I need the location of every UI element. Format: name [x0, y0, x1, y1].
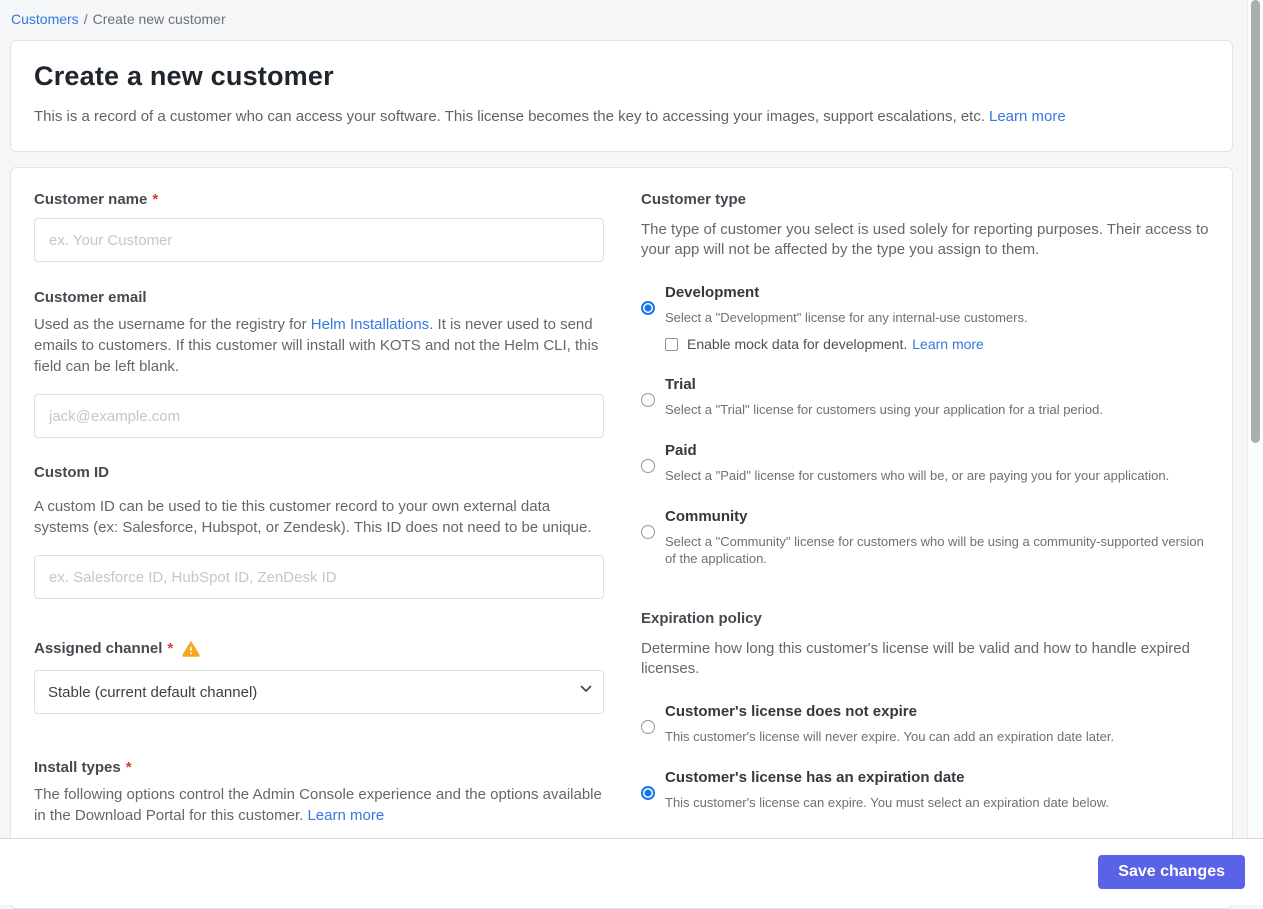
custom-id-label: Custom ID — [34, 464, 109, 481]
save-changes-button[interactable]: Save changes — [1098, 855, 1245, 889]
expiration-option-has-date: Customer's license has an expiration dat… — [641, 768, 1213, 811]
custom-id-input[interactable] — [34, 555, 604, 599]
option-desc-community: Select a "Community" license for custome… — [665, 533, 1213, 567]
customer-type-heading: Customer type — [641, 191, 1213, 208]
option-desc-has-date: This customer's license can expire. You … — [665, 794, 1109, 811]
option-desc-paid: Select a "Paid" license for customers wh… — [665, 467, 1169, 484]
warning-icon — [182, 641, 200, 657]
breadcrumb-separator: / — [84, 11, 88, 27]
assigned-channel-select[interactable]: Stable (current default channel) — [34, 670, 604, 714]
mock-data-learn-more-link[interactable]: Learn more — [912, 336, 984, 352]
assigned-channel-field: Assigned channel * Stable (current defau… — [34, 640, 604, 714]
install-types-description: The following options control the Admin … — [34, 784, 604, 826]
customer-name-label: Customer name — [34, 191, 147, 208]
footer-bar: Save changes — [0, 838, 1263, 905]
radio-trial[interactable] — [641, 393, 655, 407]
customer-name-field: Customer name * — [34, 191, 604, 262]
helm-installations-link[interactable]: Helm Installations — [311, 316, 429, 333]
option-title-community: Community — [665, 507, 1213, 527]
assigned-channel-label: Assigned channel — [34, 640, 162, 657]
form-right-column: Customer type The type of customer you s… — [641, 191, 1213, 885]
option-body: Community Select a "Community" license f… — [665, 507, 1213, 567]
scrollbar-thumb[interactable] — [1251, 0, 1260, 443]
customer-name-input[interactable] — [34, 218, 604, 262]
install-types-label: Install types — [34, 759, 121, 776]
breadcrumb-current: Create new customer — [93, 11, 226, 27]
radio-community[interactable] — [641, 525, 655, 539]
customer-email-input[interactable] — [34, 394, 604, 438]
install-types-learn-more-link[interactable]: Learn more — [307, 807, 384, 824]
option-body: Development Select a "Development" licen… — [665, 283, 1028, 352]
required-asterisk: * — [152, 191, 158, 208]
custom-id-description: A custom ID can be used to tie this cust… — [34, 496, 604, 538]
customer-email-description: Used as the username for the registry fo… — [34, 314, 604, 377]
customer-type-option-community: Community Select a "Community" license f… — [641, 507, 1213, 567]
expiration-option-no-expire: Customer's license does not expire This … — [641, 702, 1213, 745]
page: Customers / Create new customer Create a n… — [0, 0, 1263, 909]
required-asterisk: * — [167, 640, 173, 657]
expiration-policy-heading: Expiration policy — [641, 610, 1213, 627]
option-title-trial: Trial — [665, 375, 1103, 395]
required-asterisk: * — [126, 759, 132, 776]
breadcrumb: Customers / Create new customer — [0, 0, 1263, 27]
expiration-policy-description: Determine how long this customer's licen… — [641, 639, 1213, 679]
customer-type-option-development: Development Select a "Development" licen… — [641, 283, 1213, 352]
radio-license-has-expiration[interactable] — [641, 786, 655, 800]
customer-email-field: Customer email Used as the username for … — [34, 289, 604, 438]
header-description-text: This is a record of a customer who can a… — [34, 108, 985, 125]
option-title-development: Development — [665, 283, 1028, 303]
radio-development[interactable] — [641, 301, 655, 315]
customer-type-option-paid: Paid Select a "Paid" license for custome… — [641, 441, 1213, 484]
custom-id-field: Custom ID A custom ID can be used to tie… — [34, 464, 604, 599]
page-title: Create a new customer — [34, 61, 1209, 92]
mock-data-label: Enable mock data for development. — [687, 336, 907, 352]
option-desc-no-expire: This customer's license will never expir… — [665, 728, 1114, 745]
form-card: Customer name * Customer email Used as t… — [10, 167, 1233, 909]
mock-data-checkbox[interactable] — [665, 338, 678, 351]
header-card: Create a new customer This is a record o… — [10, 40, 1233, 152]
customer-email-label: Customer email — [34, 289, 147, 306]
form-left-column: Customer name * Customer email Used as t… — [34, 191, 604, 885]
scrollbar[interactable] — [1247, 0, 1263, 838]
header-description: This is a record of a customer who can a… — [34, 107, 1209, 127]
option-title-has-date: Customer's license has an expiration dat… — [665, 768, 1109, 788]
option-title-no-expire: Customer's license does not expire — [665, 702, 1114, 722]
customer-type-description: The type of customer you select is used … — [641, 220, 1213, 260]
radio-paid[interactable] — [641, 459, 655, 473]
breadcrumb-customers-link[interactable]: Customers — [11, 11, 79, 27]
mock-data-row: Enable mock data for development. Learn … — [665, 336, 1028, 352]
radio-license-does-not-expire[interactable] — [641, 720, 655, 734]
option-body: Paid Select a "Paid" license for custome… — [665, 441, 1169, 484]
option-body: Customer's license does not expire This … — [665, 702, 1114, 745]
email-desc-before: Used as the username for the registry fo… — [34, 316, 311, 333]
customer-type-option-trial: Trial Select a "Trial" license for custo… — [641, 375, 1213, 418]
assigned-channel-select-wrap: Stable (current default channel) — [34, 670, 604, 714]
header-learn-more-link[interactable]: Learn more — [989, 108, 1066, 125]
option-title-paid: Paid — [665, 441, 1169, 461]
option-body: Trial Select a "Trial" license for custo… — [665, 375, 1103, 418]
option-desc-trial: Select a "Trial" license for customers u… — [665, 401, 1103, 418]
option-body: Customer's license has an expiration dat… — [665, 768, 1109, 811]
install-types-field: Install types * The following options co… — [34, 759, 604, 826]
option-desc-development: Select a "Development" license for any i… — [665, 309, 1028, 326]
